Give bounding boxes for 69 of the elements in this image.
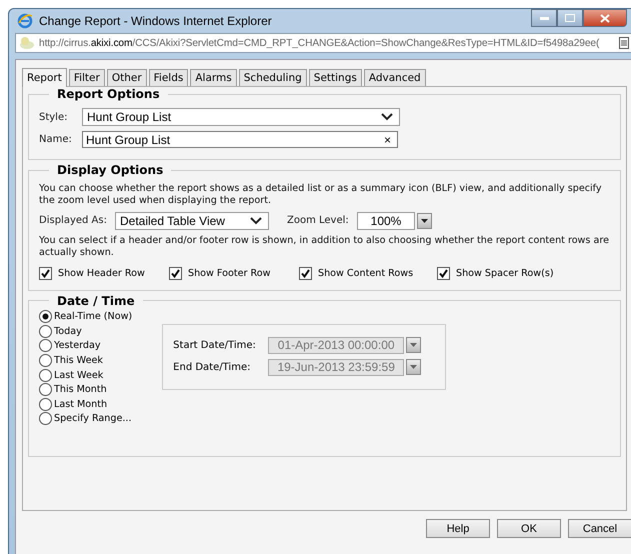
checkbox[interactable]: [299, 266, 312, 280]
maximize-icon: [565, 14, 575, 22]
radio-button[interactable]: [39, 310, 52, 324]
radio-label: Real-Time (Now): [54, 311, 132, 322]
group-title: Display Options: [56, 163, 164, 177]
chevron-icon: [381, 113, 393, 121]
tab[interactable]: Other: [106, 69, 147, 86]
field-label: End Date/Time:: [173, 362, 252, 373]
radio-button[interactable]: [39, 354, 52, 368]
maximize-button[interactable]: [557, 9, 583, 27]
checkbox[interactable]: [437, 266, 450, 280]
address-bar[interactable]: http://cirrus.akixi.com/CCS/Akixi?ServletCmd=CMD_RPT_CHANGE&Action=ShowChange&ResType=HTML&ID=f5498a29ee(: [15, 33, 631, 53]
radio-label: Last Week: [54, 370, 104, 381]
dialog-button[interactable]: OK: [497, 519, 561, 538]
style-dropdown[interactable]: Hunt Group List: [82, 108, 400, 126]
caret-icon: [410, 365, 418, 370]
caret-icon: [410, 343, 418, 348]
group-title: Report Options: [56, 87, 161, 101]
radio-label: Yesterday: [54, 340, 101, 352]
checkbox-label: Show Header Row: [58, 268, 145, 279]
radio-label: Last Month: [54, 398, 108, 410]
radio-button[interactable]: [39, 383, 52, 396]
description-text: You can select if a header and/or footer row is shown, in addition to also choosing whether the report content rows are actually shown.: [39, 234, 610, 259]
checkbox-label: Show Footer Row: [188, 268, 270, 279]
minimize-button[interactable]: [531, 9, 557, 27]
radio-button[interactable]: [39, 324, 52, 338]
field-label: Displayed As:: [39, 215, 108, 226]
name-field[interactable]: Hunt Group List ×: [82, 131, 398, 148]
url-text: http://cirrus.akixi.com/CCS/Akixi?ServletCmd=CMD_RPT_CHANGE&Action=ShowChange&ResType=HTML&ID=f5498a29ee(: [39, 38, 600, 48]
radio-label: This Week: [54, 355, 103, 366]
radio-button[interactable]: [39, 368, 52, 382]
checkbox[interactable]: [169, 266, 182, 280]
chevron-icon: [250, 216, 262, 225]
field-label: Start Date/Time:: [173, 340, 257, 351]
minimize-icon: [540, 16, 548, 20]
radio-label: Specify Range...: [54, 413, 132, 424]
tab[interactable]: Settings: [308, 69, 362, 86]
dialog-button[interactable]: Help: [426, 519, 490, 538]
radio-button[interactable]: [39, 412, 52, 426]
caret-icon: [421, 218, 428, 223]
close-button[interactable]: [583, 9, 627, 27]
radio-button[interactable]: [39, 339, 52, 352]
radio-label: Today: [54, 326, 82, 337]
tab[interactable]: Fields: [148, 69, 188, 86]
tab[interactable]: Advanced: [364, 69, 426, 86]
radio-label: This Month: [54, 384, 107, 396]
field-label: Style:: [39, 112, 68, 122]
field-label: Zoom Level:: [287, 215, 350, 226]
window-title: Change Report - Windows Internet Explorer: [39, 14, 272, 28]
display-dropdown[interactable]: Detailed Table View: [115, 212, 269, 230]
dialog-button[interactable]: Cancel: [568, 519, 631, 538]
dropdown-button[interactable]: [417, 212, 432, 229]
field-label: Name:: [39, 134, 73, 145]
checkbox-label: Show Content Rows: [318, 268, 414, 279]
radio-button[interactable]: [39, 398, 52, 411]
tab[interactable]: Scheduling: [238, 69, 307, 86]
group-title: Date / Time: [56, 294, 136, 308]
close-icon: [600, 14, 610, 22]
description-text: You can choose whether the report shows as a detailed list or as a summary icon (BLF) view, and additionally specify the zoom level used when displaying the report.: [39, 183, 603, 207]
document-icon: [619, 37, 629, 49]
clear-button[interactable]: ×: [384, 132, 391, 146]
page-icon: [19, 36, 35, 50]
browser-icon: [17, 13, 33, 29]
checkbox[interactable]: [39, 266, 52, 280]
zoom-field[interactable]: 100%: [357, 212, 415, 230]
tab[interactable]: Alarms: [190, 69, 237, 86]
tab[interactable]: Filter: [68, 69, 105, 86]
tab[interactable]: Report: [22, 68, 67, 87]
checkbox-label: Show Spacer Row(s): [456, 268, 554, 279]
